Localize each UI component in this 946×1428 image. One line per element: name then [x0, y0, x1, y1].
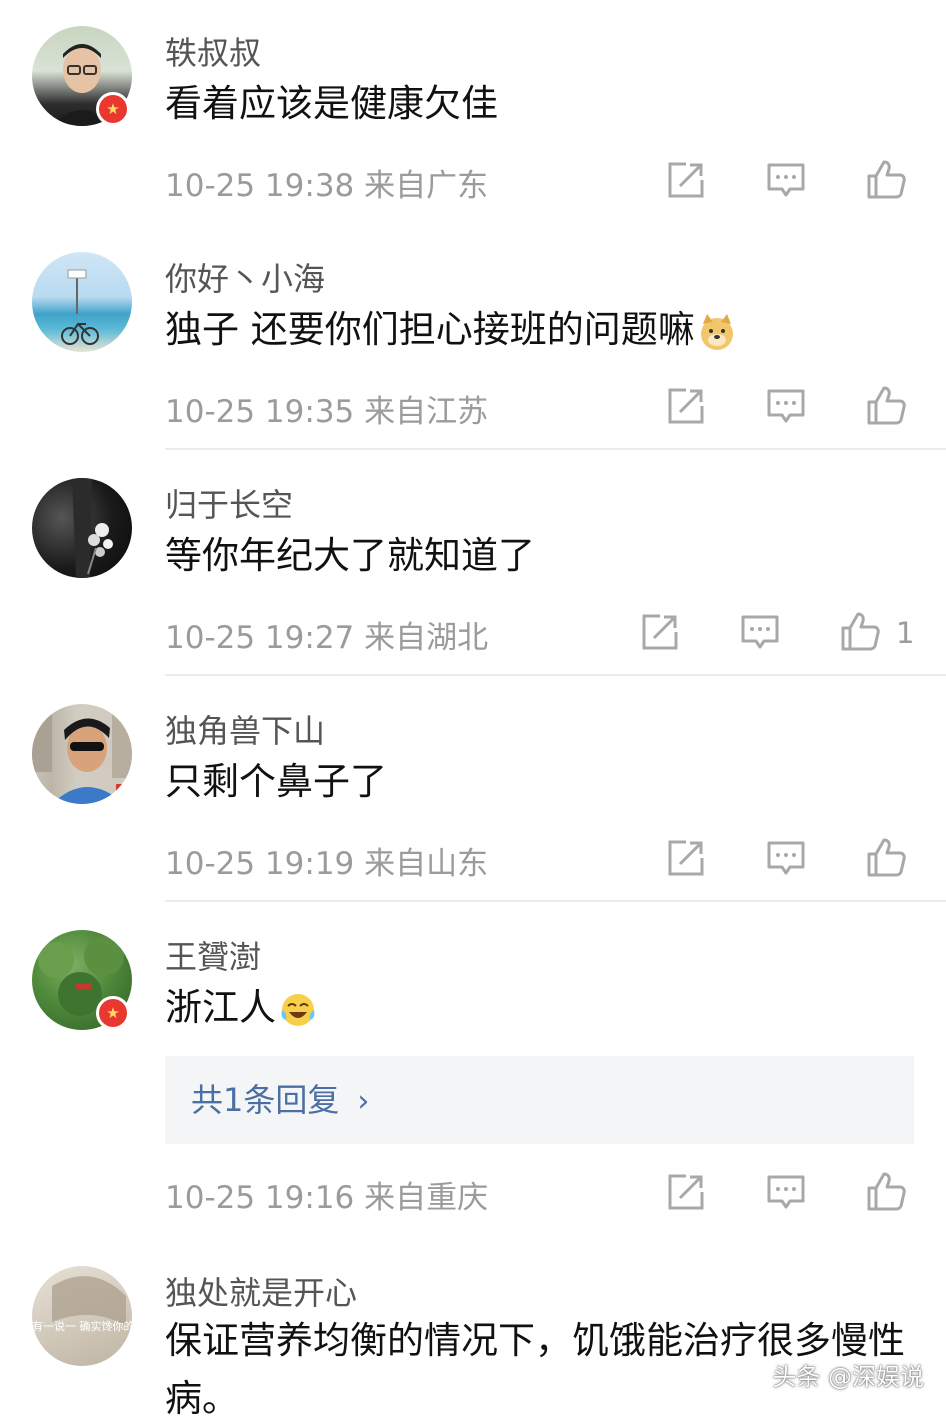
comment-meta: 10-25 19:27 来自湖北 [165, 612, 488, 657]
comment-icon[interactable] [764, 836, 808, 880]
comment-time: 10-25 19:35 [165, 394, 355, 430]
thumbs-up-icon[interactable] [838, 610, 882, 654]
comment-author[interactable]: 独角兽下山 [165, 706, 325, 752]
divider [165, 674, 946, 676]
share-icon[interactable] [664, 1170, 708, 1214]
avatar[interactable] [32, 704, 132, 804]
thumbs-up-icon[interactable] [864, 836, 908, 880]
comment-location: 来自江苏 [364, 394, 489, 430]
comment-location: 来自山东 [364, 846, 489, 882]
comment-text: 独子 还要你们担心接班的问题嘛 [165, 306, 737, 354]
comment-text: 看着应该是健康欠佳 [165, 82, 498, 125]
view-replies-button[interactable]: 共1条回复 › [165, 1056, 914, 1144]
comment-text: 只剩个鼻子了 [165, 760, 387, 803]
comment-author[interactable]: 归于长空 [165, 480, 293, 526]
share-icon[interactable] [664, 836, 708, 880]
avatar[interactable] [32, 252, 132, 352]
thumbs-up-icon[interactable] [864, 1170, 908, 1214]
thumbs-up-icon[interactable] [864, 158, 908, 202]
comment-meta: 10-25 19:38 来自广东 [165, 160, 488, 205]
comment-time: 10-25 19:19 [165, 846, 355, 882]
comment-author[interactable]: 独处就是开心 [165, 1268, 357, 1314]
avatar[interactable] [32, 478, 132, 578]
verified-badge-icon: ★ [96, 996, 130, 1030]
comment-item: 你好丶小海 独子 还要你们担心接班的问题嘛 10-25 19:35 来自江苏 [0, 226, 946, 452]
comment-time: 10-25 19:16 [165, 1180, 355, 1216]
share-icon[interactable] [638, 610, 682, 654]
comment-icon[interactable] [764, 384, 808, 428]
comment-time: 10-25 19:38 [165, 168, 355, 204]
comment-icon[interactable] [764, 158, 808, 202]
comment-item: 独角兽下山 只剩个鼻子了 10-25 19:19 来自山东 [0, 678, 946, 904]
divider [165, 448, 946, 450]
comment-location: 来自广东 [364, 168, 489, 204]
comment-meta: 10-25 19:16 来自重庆 [165, 1172, 488, 1217]
comment-time: 10-25 19:27 [165, 620, 355, 656]
avatar-text: 有一说一 确实馋你的身 [32, 1319, 132, 1333]
share-icon[interactable] [664, 158, 708, 202]
share-icon[interactable] [664, 384, 708, 428]
comment-text-content: 独子 还要你们担心接班的问题嘛 [165, 308, 695, 351]
divider [165, 900, 946, 902]
avatar[interactable]: 有一说一 确实馋你的身 [32, 1266, 132, 1366]
reply-count-label: 共1条回复 [191, 1081, 340, 1119]
comment-item: ★ 王贇澍 浙江人 共1条回复 › 10-25 19:16 来自重庆 [0, 904, 946, 1238]
comment-icon[interactable] [764, 1170, 808, 1214]
comment-meta: 10-25 19:35 来自江苏 [165, 386, 488, 431]
comment-location: 来自重庆 [364, 1180, 489, 1216]
comment-meta: 10-25 19:19 来自山东 [165, 838, 488, 883]
comment-author[interactable]: 轶叔叔 [165, 28, 261, 74]
comment-location: 来自湖北 [364, 620, 489, 656]
verified-badge-icon: ★ [96, 92, 130, 126]
comment-text: 浙江人 [165, 984, 318, 1032]
comment-text-content: 浙江人 [165, 986, 276, 1029]
comment-text: 等你年纪大了就知道了 [165, 534, 535, 577]
comment-author[interactable]: 王贇澍 [165, 932, 261, 978]
watermark: 头条 @深娱说 [772, 1363, 924, 1391]
like-count: 1 [896, 616, 915, 650]
comment-item: ★ 轶叔叔 看着应该是健康欠佳 10-25 19:38 来自广东 [0, 0, 946, 226]
doge-emoji-icon [700, 313, 733, 350]
chevron-right-icon: › [357, 1084, 370, 1119]
comment-item: 归于长空 等你年纪大了就知道了 10-25 19:27 来自湖北 1 [0, 452, 946, 678]
laugh-cry-emoji-icon [281, 993, 315, 1026]
thumbs-up-icon[interactable] [864, 384, 908, 428]
comment-icon[interactable] [738, 610, 782, 654]
comment-author[interactable]: 你好丶小海 [165, 254, 325, 300]
